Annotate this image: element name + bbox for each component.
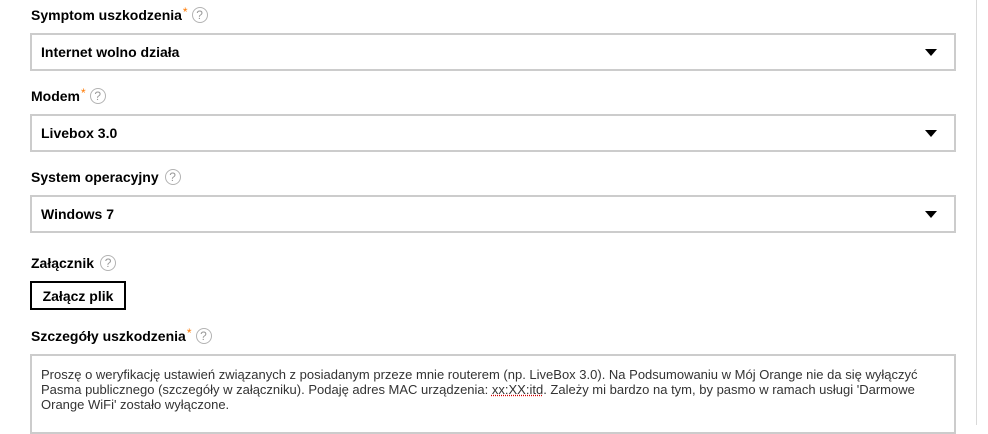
symptom-label-text: Symptom uszkodzenia <box>31 7 182 23</box>
symptom-label: Symptom uszkodzenia * ? <box>31 5 208 24</box>
required-mark: * <box>182 5 188 19</box>
required-mark: * <box>186 326 192 340</box>
modem-label-text: Modem <box>31 88 80 104</box>
os-label-text: System operacyjny <box>31 169 159 185</box>
os-select-value: Windows 7 <box>41 206 114 222</box>
help-icon[interactable]: ? <box>100 255 117 271</box>
details-textarea[interactable]: Proszę o weryfikację ustawień związanych… <box>30 354 956 434</box>
symptom-select[interactable]: Internet wolno działa <box>30 33 956 71</box>
help-icon[interactable]: ? <box>164 169 181 185</box>
modem-select[interactable]: Livebox 3.0 <box>30 114 956 152</box>
mac-address-text: xx:XX:itd <box>491 382 544 397</box>
required-mark: * <box>81 86 86 100</box>
symptom-select-value: Internet wolno działa <box>41 44 180 60</box>
attachment-label: Załącznik ? <box>31 254 117 272</box>
details-label-text: Szczegóły uszkodzenia <box>31 328 186 344</box>
help-icon[interactable]: ? <box>195 328 212 344</box>
os-select[interactable]: Windows 7 <box>30 195 956 233</box>
details-label: Szczegóły uszkodzenia * ? <box>31 326 212 345</box>
modem-label: Modem * ? <box>31 86 106 105</box>
attach-file-button[interactable]: Załącz plik <box>30 281 126 310</box>
os-label: System operacyjny ? <box>31 168 181 186</box>
modem-select-value: Livebox 3.0 <box>41 125 118 141</box>
attachment-label-text: Załącznik <box>31 255 95 271</box>
help-icon[interactable]: ? <box>191 7 208 23</box>
form-right-border <box>976 0 977 425</box>
help-icon[interactable]: ? <box>89 88 106 104</box>
chevron-down-icon <box>925 211 937 218</box>
chevron-down-icon <box>925 130 937 137</box>
chevron-down-icon <box>925 49 937 56</box>
